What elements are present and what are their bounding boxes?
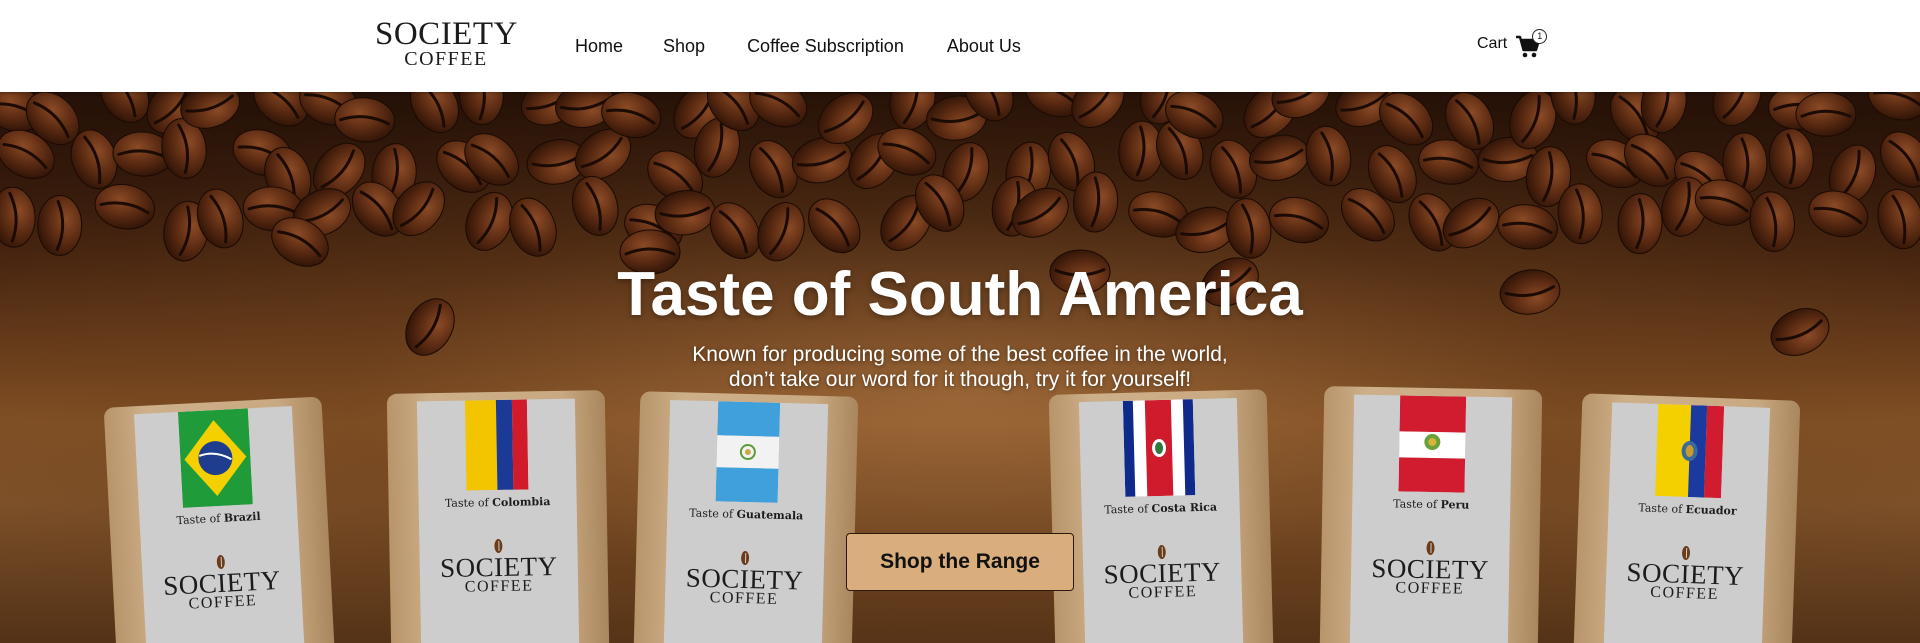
cart-link[interactable]: Cart 1: [1477, 28, 1548, 60]
bag-logo-line-2: COFFEE: [188, 592, 258, 613]
cart-count-badge: 1: [1532, 29, 1548, 44]
coffee-bag-costa-rica: Taste of Costa Rica SOCIETY COFFEE: [1048, 389, 1274, 643]
bag-logo-line-1: SOCIETY: [685, 562, 804, 596]
bag-logo-line-1: SOCIETY: [1371, 552, 1490, 586]
nav-home-link[interactable]: Home: [575, 34, 623, 58]
bag-logo-line-1: SOCIETY: [1103, 556, 1222, 590]
guatemala-flag-icon: [715, 401, 781, 503]
colombia-flag-icon: [464, 399, 529, 491]
logo-line-1: SOCIETY: [375, 16, 518, 52]
hero-subtitle: Known for producing some of the best cof…: [0, 342, 1920, 392]
coffee-bag-peru: Taste of Peru SOCIETY COFFEE: [1319, 386, 1543, 643]
main-nav: Home Shop Coffee Subscription About Us: [575, 34, 1063, 58]
bag-origin-label: Taste of Colombia: [445, 495, 551, 510]
shopping-cart-icon: 1: [1515, 29, 1548, 58]
bag-label: Taste of Costa Rica SOCIETY COFFEE: [1078, 397, 1244, 643]
coffee-bag-colombia: Taste of Colombia SOCIETY COFFEE: [386, 390, 610, 643]
bag-logo-line-2: COFFEE: [709, 589, 779, 608]
coffee-bean-icon: [1681, 545, 1691, 561]
nav-about-us-link[interactable]: About Us: [947, 34, 1021, 58]
bag-origin-prefix: Taste of: [1393, 497, 1438, 512]
coffee-bag-guatemala: Taste of Guatemala SOCIETY COFFEE: [633, 391, 859, 643]
coffee-bean-icon: [740, 550, 750, 566]
bag-origin-label: Taste of Guatemala: [689, 507, 803, 523]
bag-origin-label: Taste of Ecuador: [1638, 501, 1737, 517]
bag-logo-line-1: SOCIETY: [439, 550, 558, 584]
bag-origin-country: Brazil: [223, 509, 261, 525]
logo-line-2: COFFEE: [404, 48, 488, 70]
bag-label: Taste of Guatemala SOCIETY COFFEE: [663, 399, 829, 643]
bag-origin-country: Ecuador: [1685, 502, 1737, 518]
hero-banner: Taste of South America Known for produci…: [0, 92, 1920, 643]
bag-origin-prefix: Taste of: [689, 506, 734, 521]
site-logo[interactable]: SOCIETY COFFEE: [375, 16, 518, 70]
bag-logo-line-2: COFFEE: [464, 577, 534, 596]
bag-label: Taste of Brazil SOCIETY COFFEE: [133, 406, 305, 643]
bag-origin-label: Taste of Brazil: [176, 510, 261, 527]
coffee-bean-icon: [494, 538, 503, 554]
coffee-bean-icon: [1157, 544, 1166, 560]
bag-origin-prefix: Taste of: [1638, 501, 1683, 516]
hero-title: Taste of South America: [617, 260, 1303, 329]
brazil-flag-icon: [177, 408, 253, 508]
bag-origin-prefix: Taste of: [1104, 502, 1149, 517]
costa-rica-flag-icon: [1122, 399, 1196, 497]
bag-origin-country: Colombia: [492, 495, 551, 510]
bag-label: Taste of Peru SOCIETY COFFEE: [1349, 394, 1513, 643]
coffee-bag-ecuador: Taste of Ecuador SOCIETY COFFEE: [1573, 393, 1801, 643]
cart-label: Cart: [1477, 35, 1508, 52]
peru-flag-icon: [1398, 395, 1467, 493]
bag-origin-country: Costa Rica: [1151, 500, 1218, 516]
coffee-bean-icon: [1426, 540, 1435, 556]
bag-logo-line-2: COFFEE: [1650, 583, 1720, 604]
bag-logo-line-2: COFFEE: [1395, 579, 1465, 598]
shop-the-range-button[interactable]: Shop the Range: [846, 533, 1074, 591]
bag-origin-label: Taste of Peru: [1393, 497, 1469, 511]
bag-logo-line-2: COFFEE: [1128, 583, 1198, 602]
nav-coffee-subscription-link[interactable]: Coffee Subscription: [747, 34, 904, 58]
bag-origin-prefix: Taste of: [444, 496, 489, 510]
bag-origin-prefix: Taste of: [176, 511, 221, 528]
bag-label: Taste of Colombia SOCIETY COFFEE: [416, 398, 580, 643]
nav-shop-link[interactable]: Shop: [663, 34, 705, 58]
hero-subtitle-line-1: Known for producing some of the best cof…: [692, 343, 1228, 366]
bag-label: Taste of Ecuador SOCIETY COFFEE: [1603, 402, 1771, 643]
bag-logo-line-1: SOCIETY: [1626, 556, 1745, 592]
bag-origin-country: Guatemala: [736, 507, 804, 523]
bag-origin-label: Taste of Costa Rica: [1104, 501, 1217, 517]
ecuador-flag-icon: [1654, 403, 1725, 499]
coffee-bag-brazil: Taste of Brazil SOCIETY COFFEE: [103, 396, 335, 643]
bag-origin-country: Peru: [1440, 498, 1470, 512]
site-header: SOCIETY COFFEE Home Shop Coffee Subscrip…: [0, 0, 1920, 92]
hero-subtitle-line-2: don’t take our word for it though, try i…: [728, 368, 1192, 391]
